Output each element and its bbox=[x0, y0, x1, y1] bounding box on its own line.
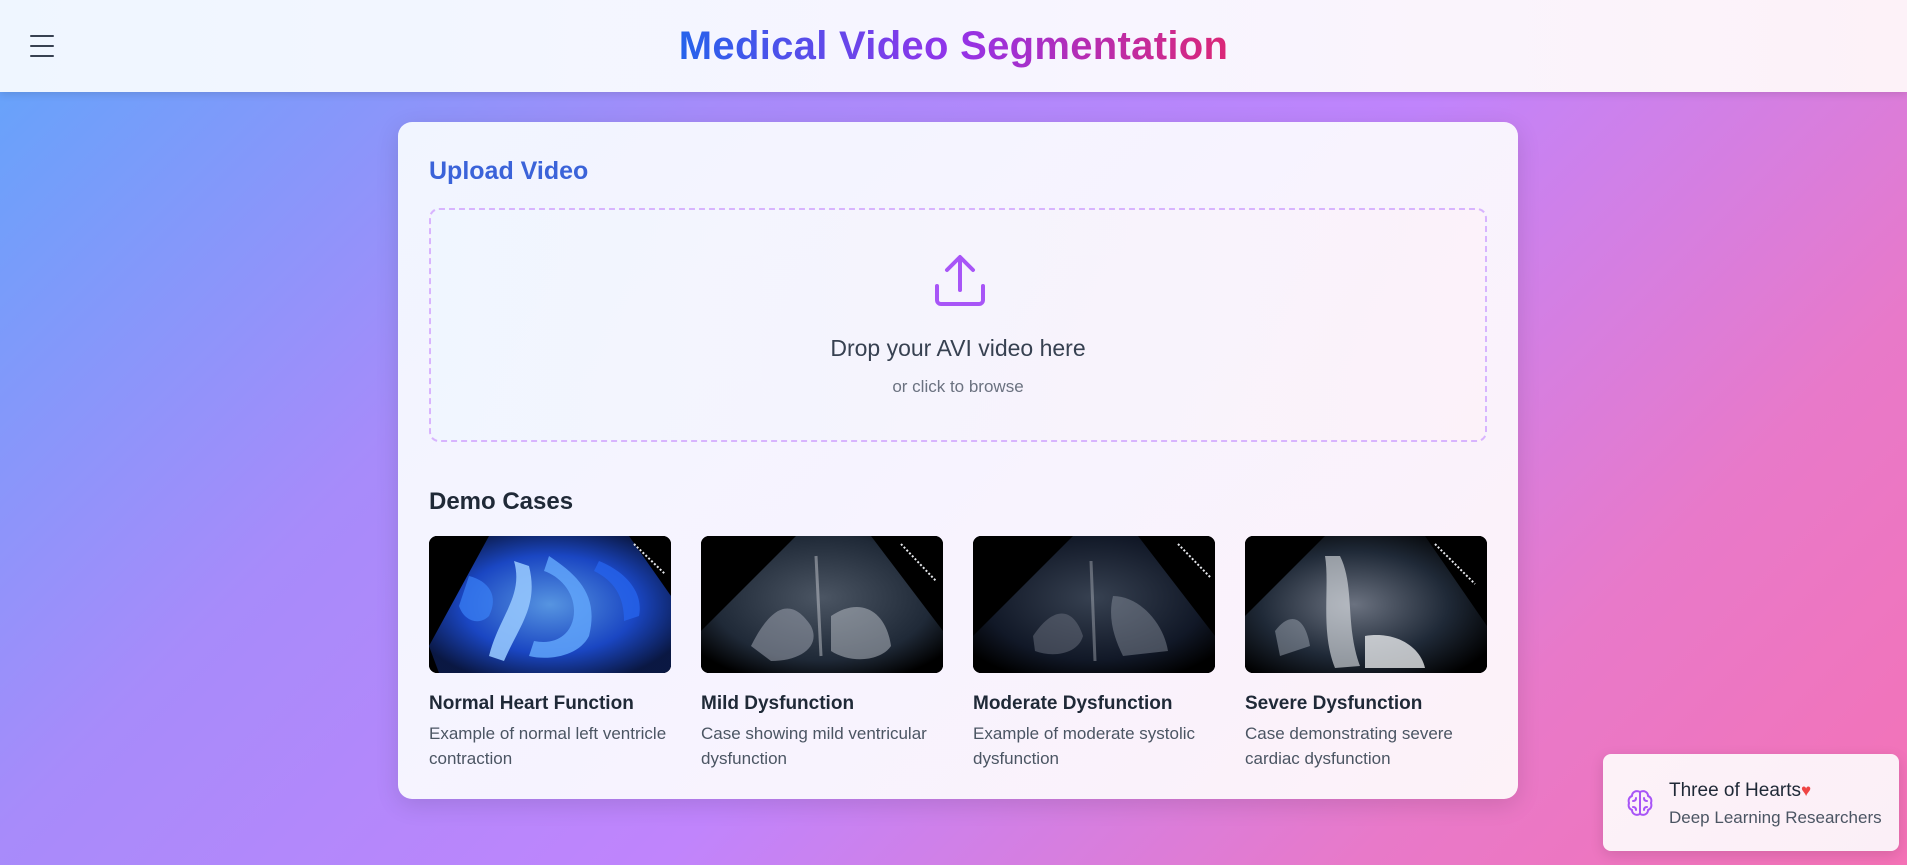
drop-instruction: Drop your AVI video here bbox=[830, 335, 1086, 361]
team-badge: Three of Hearts♥ Deep Learning Researche… bbox=[1603, 754, 1899, 851]
demo-thumbnail[interactable] bbox=[429, 536, 671, 673]
demo-case-title: Mild Dysfunction bbox=[701, 693, 855, 714]
upload-icon bbox=[935, 255, 985, 306]
demo-section-title: Demo Cases bbox=[429, 488, 574, 515]
app-title: Medical Video Segmentation bbox=[678, 23, 1229, 68]
demo-case-description: Example of normal left ventricle contrac… bbox=[429, 724, 667, 768]
demo-case-moderate[interactable]: Moderate Dysfunction Example of moderate… bbox=[973, 536, 1215, 771]
team-role: Deep Learning Researchers bbox=[1669, 808, 1882, 827]
heart-icon: ♥ bbox=[1801, 781, 1812, 800]
demo-case-title: Normal Heart Function bbox=[429, 693, 634, 714]
demo-case-description: Case demonstrating severe cardiac dysfun… bbox=[1245, 724, 1453, 768]
hamburger-menu-icon[interactable] bbox=[30, 35, 54, 57]
browse-hint: or click to browse bbox=[892, 377, 1024, 396]
demo-case-description: Example of moderate systolic dysfunction bbox=[973, 724, 1196, 768]
demo-thumbnail[interactable] bbox=[1245, 536, 1487, 673]
top-bar: Medical Video Segmentation bbox=[0, 0, 1907, 92]
demo-case-title: Moderate Dysfunction bbox=[973, 693, 1173, 714]
demo-case-title: Severe Dysfunction bbox=[1245, 693, 1423, 714]
upload-section-title: Upload Video bbox=[429, 157, 589, 185]
video-dropzone[interactable]: Drop your AVI video here or click to bro… bbox=[429, 208, 1487, 442]
demo-case-normal[interactable]: Normal Heart Function Example of normal … bbox=[429, 536, 671, 771]
demo-thumbnail[interactable] bbox=[973, 536, 1215, 673]
demo-case-severe[interactable]: Severe Dysfunction Case demonstrating se… bbox=[1245, 536, 1487, 771]
team-name: Three of Hearts♥ bbox=[1669, 780, 1812, 801]
upload-card: Upload Video Drop your AVI video here or… bbox=[398, 122, 1518, 799]
brain-icon bbox=[1627, 790, 1653, 816]
demo-case-description: Case showing mild ventricular dysfunctio… bbox=[701, 724, 927, 768]
demo-case-mild[interactable]: Mild Dysfunction Case showing mild ventr… bbox=[701, 536, 943, 771]
demo-thumbnail[interactable] bbox=[701, 536, 943, 673]
